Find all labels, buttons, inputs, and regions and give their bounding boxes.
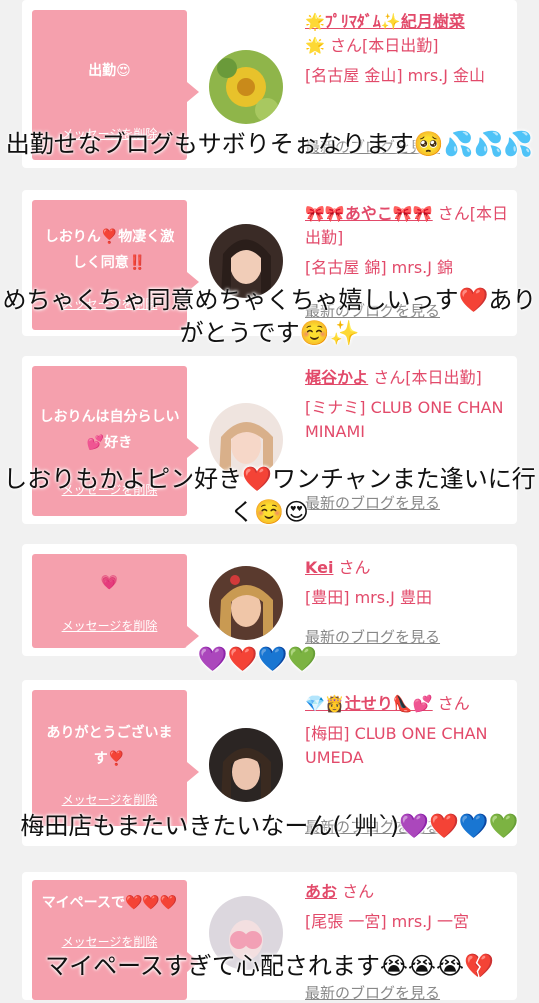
overlay-caption: しおりもかよピン好き❤️ワンチャンまた逢いに行く☺️😍 bbox=[3, 465, 536, 526]
user-info: あお さん [尾張 一宮] mrs.J 一宮 bbox=[305, 880, 510, 934]
user-name-link[interactable]: Kei bbox=[305, 558, 333, 577]
user-name-link[interactable]: 🎀🎀あやこ🎀🎀 bbox=[305, 204, 433, 223]
user-info: 🌟ﾌﾟﾘﾏﾀﾞﾑ✨紀月樹菜 🌟 さん[本日出勤] [名古屋 金山] mrs.J … bbox=[305, 10, 510, 88]
user-name-link[interactable]: 🌟ﾌﾟﾘﾏﾀﾞﾑ✨紀月樹菜 bbox=[305, 12, 465, 31]
shop-location: [名古屋 金山] mrs.J 金山 bbox=[305, 66, 486, 85]
user-info: Kei さん [豊田] mrs.J 豊田 bbox=[305, 556, 510, 610]
message-text: ありがとうございます❣️ bbox=[46, 725, 173, 767]
name-suffix: 🌟 さん[本日出勤] bbox=[305, 36, 439, 55]
user-info: 🎀🎀あやこ🎀🎀 さん[本日出勤] [名古屋 錦] mrs.J 錦 bbox=[305, 202, 510, 280]
overlay-caption: 梅田店もまたいきたいなーん(´艸`)💜❤️💙💚 bbox=[20, 812, 519, 840]
name-suffix: さん[本日出勤] bbox=[373, 368, 482, 387]
user-info: 梶谷かよ さん[本日出勤] [ミナミ] CLUB ONE CHAN MINAMI bbox=[305, 366, 510, 444]
avatar[interactable] bbox=[209, 566, 283, 640]
shop-location: [ミナミ] CLUB ONE CHAN MINAMI bbox=[305, 398, 504, 441]
overlay-caption: 出勤せなブログもサボりそぉなります🥺💦💦💦 bbox=[5, 130, 534, 158]
message-bubble: 💗 メッセージを削除 bbox=[32, 554, 199, 648]
message-card: 💗 メッセージを削除 Kei さん [豊田] mrs.J 豊田 最新のブログを見… bbox=[22, 544, 517, 656]
message-text: 💗 bbox=[100, 575, 119, 591]
message-text: しおりん❣️物凄く激しく同意‼️ bbox=[44, 229, 175, 271]
user-info: 💎👸辻せり👠💕 さん [梅田] CLUB ONE CHAN UMEDA bbox=[305, 692, 510, 770]
name-suffix: さん bbox=[437, 694, 470, 713]
shop-location: [尾張 一宮] mrs.J 一宮 bbox=[305, 912, 470, 931]
user-name-link[interactable]: あお bbox=[305, 882, 337, 901]
shop-location: [梅田] CLUB ONE CHAN UMEDA bbox=[305, 724, 488, 767]
name-suffix: さん bbox=[342, 882, 375, 901]
message-text: マイペースで❤️❤️❤️ bbox=[41, 895, 178, 911]
user-name-link[interactable]: 梶谷かよ bbox=[305, 368, 368, 387]
overlay-caption: めちゃくちゃ同意めちゃくちゃ嬉しいっす❤️ありがとうです☺️✨ bbox=[2, 286, 537, 347]
user-name-link[interactable]: 💎👸辻せり👠💕 bbox=[305, 694, 433, 713]
overlay-caption: マイペースすぎて心配されます😭😭😭💔 bbox=[45, 952, 494, 980]
delete-message-link[interactable]: メッセージを削除 bbox=[32, 617, 187, 634]
message-text: 出勤😍 bbox=[88, 63, 131, 79]
delete-message-link[interactable]: メッセージを削除 bbox=[32, 791, 187, 808]
delete-message-link[interactable]: メッセージを削除 bbox=[32, 933, 187, 950]
name-suffix: さん bbox=[338, 558, 371, 577]
shop-location: [豊田] mrs.J 豊田 bbox=[305, 588, 432, 607]
message-bubble: ありがとうございます❣️ メッセージを削除 bbox=[32, 690, 199, 826]
avatar[interactable] bbox=[209, 50, 283, 124]
message-text: しおりんは自分らしい💕好き bbox=[39, 409, 180, 451]
overlay-caption: 💜❤️💙💚 bbox=[197, 645, 318, 673]
shop-location: [名古屋 錦] mrs.J 錦 bbox=[305, 258, 454, 277]
avatar[interactable] bbox=[209, 728, 283, 802]
